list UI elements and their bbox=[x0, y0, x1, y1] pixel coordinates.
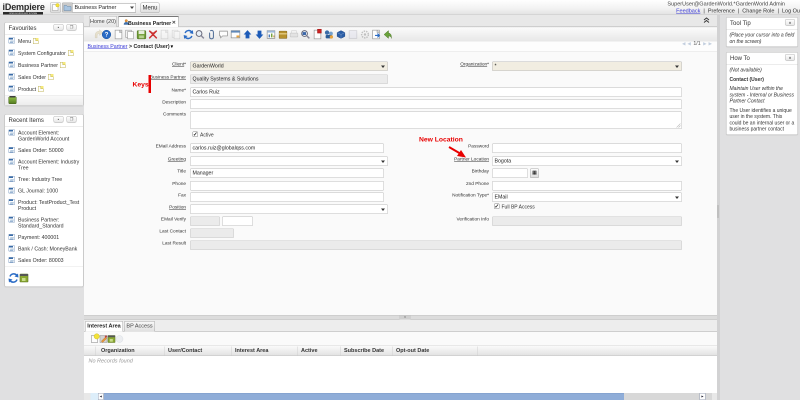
svg-text:?: ? bbox=[105, 32, 109, 39]
